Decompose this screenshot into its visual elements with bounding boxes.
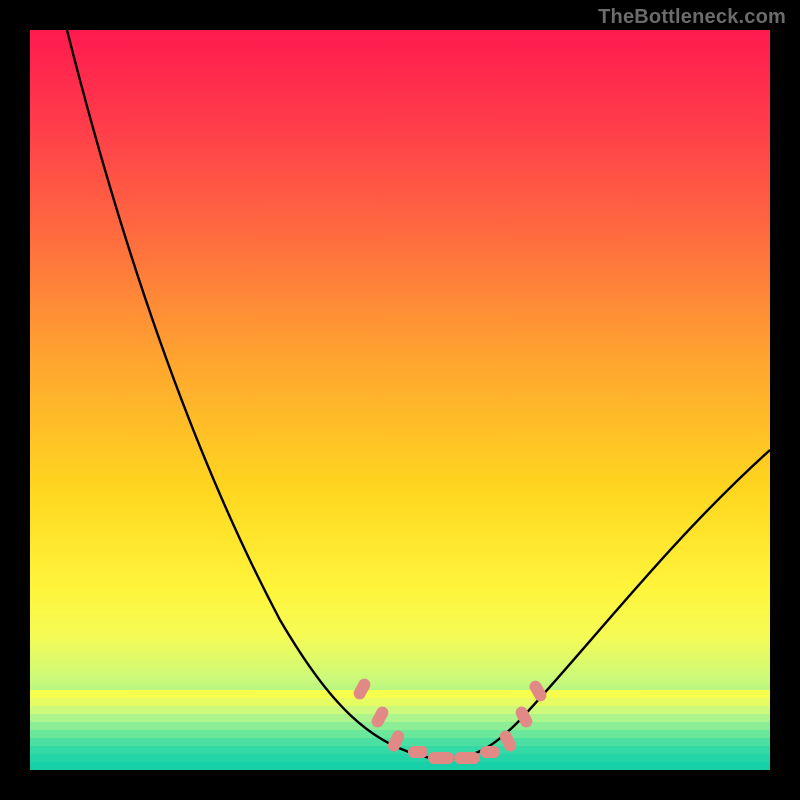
plot-area [30, 30, 770, 770]
watermark-text: TheBottleneck.com [598, 6, 786, 29]
bottleneck-curve [30, 30, 770, 770]
curve-path [67, 30, 770, 759]
marker-group [352, 676, 549, 764]
chart-frame: TheBottleneck.com [0, 0, 800, 800]
